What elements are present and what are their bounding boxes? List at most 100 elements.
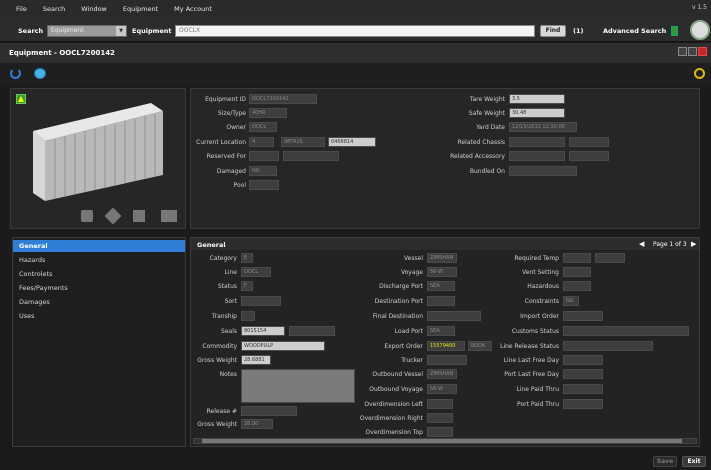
tranship-field[interactable] [241,311,255,321]
nav-item-controlets[interactable]: Controlets [13,268,185,280]
voyage-label: Voyage [400,269,423,276]
safe-weight-field[interactable]: 30.48 [509,108,565,118]
chevron-down-icon: ▼ [116,26,126,36]
save-button[interactable]: Save [653,456,677,467]
next-page-icon[interactable]: ▶ [691,240,696,248]
related-chassis-extra-field[interactable] [569,137,609,147]
nav-item-hazards[interactable]: Hazards [13,254,185,266]
line-release-status-label: Line Release Status [500,343,559,350]
seals-field[interactable]: 8015154 [241,326,285,336]
vent-setting-field[interactable] [563,267,591,277]
globe-icon[interactable] [690,20,710,40]
gross-weight-2-field[interactable]: 28.00 [241,419,273,429]
advanced-search-link[interactable]: Advanced Search [603,27,666,35]
constraints-field[interactable]: NO [563,296,579,306]
horizontal-scrollbar[interactable] [193,438,697,444]
line-paid-thru-label: Line Paid Thru [516,386,559,393]
line-last-free-day-field[interactable] [563,355,603,365]
map-icon[interactable] [34,68,46,79]
exit-button[interactable]: Exit [682,456,706,467]
notes-textarea[interactable] [241,369,355,403]
refresh-icon[interactable] [10,68,21,79]
related-accessory-field[interactable] [509,151,565,161]
bundled-on-field[interactable] [509,166,577,176]
nav-item-fees-payments[interactable]: Fees/Payments [13,282,185,294]
port-last-free-day-field[interactable] [563,369,603,379]
export-order-type-field[interactable]: BOOK [468,341,492,351]
customs-status-label: Customs Status [511,328,559,335]
location-select[interactable]: 4 [249,137,274,147]
menu-file[interactable]: File [16,5,27,13]
overdimension-right-field[interactable] [427,413,453,423]
related-accessory-extra-field[interactable] [569,151,609,161]
crane-icon[interactable] [133,210,145,222]
close-icon[interactable] [698,47,707,56]
gross-weight-field[interactable]: 28.6881 [241,355,271,365]
line-field[interactable]: OOCL [241,267,271,277]
port-paid-thru-field[interactable] [563,399,603,409]
nav-item-general[interactable]: General [13,240,185,252]
minimize-icon[interactable] [678,47,687,56]
outbound-voyage-field[interactable]: 56-W [427,384,457,394]
related-chassis-field[interactable] [509,137,565,147]
menu-equipment[interactable]: Equipment [123,5,158,13]
seals-extra-field[interactable] [289,326,335,336]
prev-page-icon[interactable]: ◀ [639,240,644,248]
outbound-vessel-field[interactable]: ZIMSHAN [427,369,457,379]
line-release-status-field[interactable] [563,341,653,351]
discharge-port-field[interactable]: SEA [427,281,455,291]
required-temp-extra-field[interactable] [595,253,625,263]
find-button[interactable]: Find [540,25,566,37]
location-id-field[interactable]: 0468814 [328,137,376,147]
commodity-field[interactable]: WOODPULP [241,341,325,351]
hazardous-field[interactable] [563,281,591,291]
equipment-search-input[interactable]: OOCLX [175,25,535,37]
search-type-select[interactable]: Equipment ▼ [47,25,127,37]
menu-window[interactable]: Window [81,5,107,13]
category-label: Category [209,255,237,262]
customs-status-field[interactable] [563,326,689,336]
size-type-field[interactable]: 40HR [249,108,287,118]
tare-weight-field[interactable]: 3.5 [509,94,565,104]
maximize-icon[interactable] [688,47,697,56]
equipment-image-card [10,88,186,229]
location-code-field[interactable]: 98TA15 [281,137,325,147]
reserved-for-field[interactable] [249,151,279,161]
release-number-field[interactable] [241,406,297,416]
overdimension-left-field[interactable] [427,399,453,409]
required-temp-field[interactable] [563,253,591,263]
scrollbar-thumb[interactable] [202,439,682,443]
port-last-free-day-label: Port Last Free Day [504,371,559,378]
destination-port-field[interactable] [427,296,455,306]
pool-field[interactable] [249,180,279,190]
related-chassis-label: Related Chassis [457,139,505,146]
overdimension-top-field[interactable] [427,427,453,437]
equipment-id-field[interactable]: OOCL7200142 [249,94,317,104]
vessel-field[interactable]: ZIMSHAN [427,253,457,263]
damaged-field[interactable]: NO [249,166,277,176]
gross-weight-label: Gross Weight [197,357,237,364]
menu-my-account[interactable]: My Account [174,5,212,13]
category-field[interactable]: E [241,253,253,263]
gross-weight-2-label: Gross Weight [197,421,237,428]
import-order-field[interactable] [563,311,603,321]
owner-field[interactable]: OOCL [249,122,277,132]
reserved-for-name-field[interactable] [283,151,339,161]
line-paid-thru-field[interactable] [563,384,603,394]
voyage-field[interactable]: 56-W [427,267,457,277]
sort-select[interactable] [241,296,281,306]
final-destination-field[interactable] [427,311,481,321]
status-ring-icon[interactable] [694,68,705,79]
trucker-field[interactable] [427,355,467,365]
nav-item-damages[interactable]: Damages [13,296,185,308]
truck-icon[interactable] [161,210,177,222]
scale-icon[interactable] [81,210,93,222]
menu-search[interactable]: Search [43,5,65,13]
load-port-field[interactable]: SEA [427,326,455,336]
export-order-field[interactable]: 15579400 [427,341,465,351]
green-flag-icon[interactable] [671,26,678,36]
section-nav: General Hazards Controlets Fees/Payments… [12,237,186,447]
yard-date-field[interactable]: 12/15/2013 12:30:00 [509,122,577,132]
status-field[interactable]: F [241,281,253,291]
nav-item-uses[interactable]: Uses [13,310,185,322]
